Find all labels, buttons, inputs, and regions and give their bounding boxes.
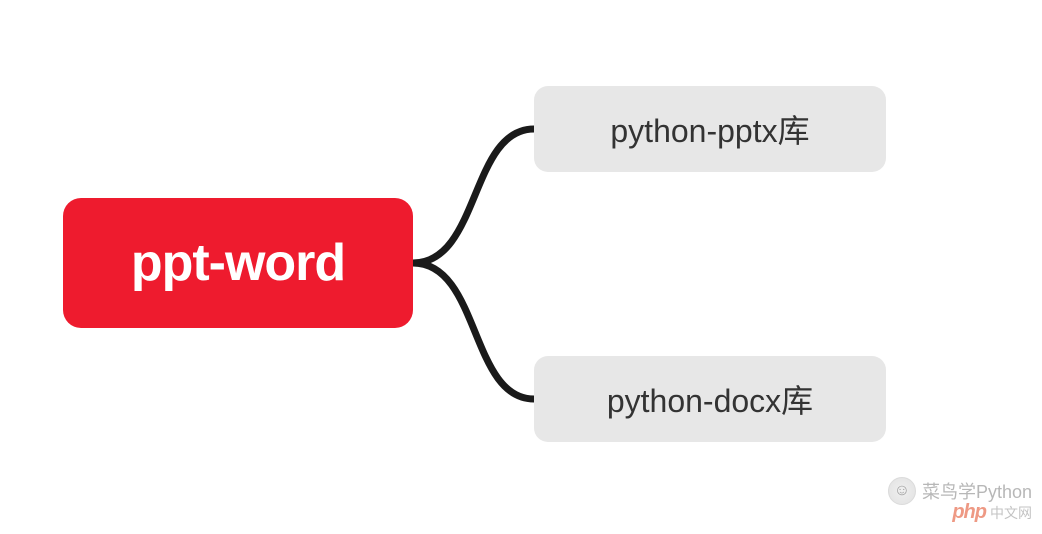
watermark-line2: php 中文网 bbox=[888, 501, 1032, 524]
child-node-docx: python-docx库 bbox=[534, 356, 886, 442]
avatar-icon: ☺ bbox=[888, 477, 916, 505]
watermark-text2: 中文网 bbox=[990, 503, 1032, 523]
php-logo-text: php bbox=[952, 501, 986, 524]
watermark: ☺ 菜鸟学Python php 中文网 bbox=[888, 477, 1032, 524]
child-node-label: python-pptx库 bbox=[610, 106, 809, 152]
child-node-pptx: python-pptx库 bbox=[534, 86, 886, 172]
child-node-label: python-docx库 bbox=[607, 376, 813, 422]
root-node: ppt-word bbox=[63, 198, 413, 328]
mindmap-diagram: ppt-word python-pptx库 python-docx库 ☺ 菜鸟学… bbox=[0, 0, 1042, 534]
root-node-label: ppt-word bbox=[131, 233, 345, 293]
